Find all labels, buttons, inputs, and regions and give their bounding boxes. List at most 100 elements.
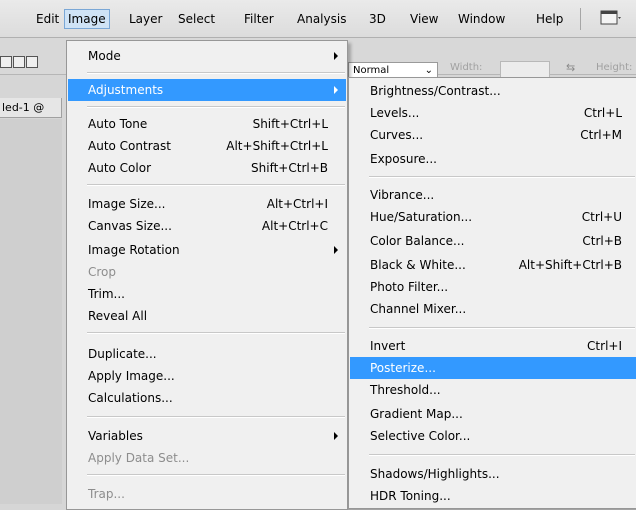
menu-item-duplicate[interactable]: Duplicate... — [68, 343, 346, 365]
menu-item-threshold[interactable]: Threshold... — [350, 379, 636, 401]
menu-item-shortcut: Ctrl+B — [582, 234, 622, 248]
menu-item-vibrance[interactable]: Vibrance... — [350, 184, 636, 206]
menu-item-gradient-map[interactable]: Gradient Map... — [350, 403, 636, 425]
menu-item-label: Threshold... — [370, 383, 441, 397]
workspace-icon[interactable] — [600, 9, 622, 27]
menu-item-adjustments[interactable]: Adjustments — [68, 79, 346, 101]
menu-item-label: Auto Tone — [88, 117, 148, 131]
menu-filter[interactable]: Filter — [240, 10, 278, 28]
menu-item-label: Crop — [88, 265, 117, 279]
menu-item-photo-filter[interactable]: Photo Filter... — [350, 276, 636, 298]
menu-item-shortcut: Ctrl+L — [583, 106, 622, 120]
menu-item-label: Image Rotation — [88, 243, 180, 257]
menu-help[interactable]: Help — [532, 10, 567, 28]
menu-item-label: Posterize... — [370, 361, 436, 375]
new-selection-icon[interactable] — [0, 56, 12, 68]
menu-item-label: Gradient Map... — [370, 407, 463, 421]
menu-item-image-size[interactable]: Image Size... Alt+Ctrl+I — [68, 193, 346, 215]
menu-item-shortcut: Shift+Ctrl+L — [252, 117, 328, 131]
menu-item-hue-saturation[interactable]: Hue/Saturation... Ctrl+U — [350, 206, 636, 228]
menu-item-trap[interactable]: Trap... — [68, 483, 346, 505]
menu-item-label: Image Size... — [88, 197, 166, 211]
menu-analysis[interactable]: Analysis — [293, 10, 350, 28]
menu-item-crop[interactable]: Crop — [68, 261, 346, 283]
image-menu: Mode Adjustments Auto Tone Shift+Ctrl+L … — [66, 40, 348, 510]
menu-item-shortcut: Ctrl+M — [580, 128, 622, 142]
menu-item-selective-color[interactable]: Selective Color... — [350, 425, 636, 447]
menu-item-label: Apply Image... — [88, 369, 175, 383]
menubar-divider — [580, 8, 581, 30]
menu-item-channel-mixer[interactable]: Channel Mixer... — [350, 298, 636, 320]
menu-item-label: Vibrance... — [370, 188, 435, 202]
menu-3d[interactable]: 3D — [365, 10, 390, 28]
menu-item-label: Invert — [370, 339, 406, 353]
menu-item-reveal-all[interactable]: Reveal All — [68, 305, 346, 327]
swap-icon[interactable]: ⇆ — [566, 61, 575, 74]
menu-window[interactable]: Window — [454, 10, 509, 28]
menu-item-auto-tone[interactable]: Auto Tone Shift+Ctrl+L — [68, 113, 346, 135]
menu-separator — [369, 176, 635, 178]
menu-item-label: Trap... — [88, 487, 125, 501]
menu-item-curves[interactable]: Curves... Ctrl+M — [350, 124, 636, 146]
menu-item-shortcut: Alt+Ctrl+I — [266, 197, 328, 211]
menu-item-apply-data-set[interactable]: Apply Data Set... — [68, 447, 346, 469]
menu-separator — [87, 416, 345, 418]
menu-item-auto-contrast[interactable]: Auto Contrast Alt+Shift+Ctrl+L — [68, 135, 346, 157]
menu-item-label: Canvas Size... — [88, 219, 172, 233]
menu-item-black-white[interactable]: Black & White... Alt+Shift+Ctrl+B — [350, 254, 636, 276]
menu-item-label: Shadows/Highlights... — [370, 467, 500, 481]
submenu-arrow-icon — [334, 52, 338, 60]
subtract-selection-icon[interactable] — [26, 56, 38, 68]
menu-image[interactable]: Image — [64, 9, 110, 29]
menu-item-label: Hue/Saturation... — [370, 210, 473, 224]
menu-item-label: Reveal All — [88, 309, 148, 323]
menu-edit[interactable]: Edit — [32, 10, 63, 28]
menu-item-label: Levels... — [370, 106, 420, 120]
menu-item-shadows-highlights[interactable]: Shadows/Highlights... — [350, 463, 636, 485]
menu-item-auto-color[interactable]: Auto Color Shift+Ctrl+B — [68, 157, 346, 179]
menu-item-mode[interactable]: Mode — [68, 45, 346, 67]
width-label: Width: — [450, 62, 483, 73]
menu-select[interactable]: Select — [174, 10, 219, 28]
menu-item-invert[interactable]: Invert Ctrl+I — [350, 335, 636, 357]
menu-item-shortcut: Ctrl+U — [581, 210, 622, 224]
menu-separator — [369, 327, 635, 329]
menu-item-label: Apply Data Set... — [88, 451, 190, 465]
menu-item-shortcut: Shift+Ctrl+B — [251, 161, 328, 175]
menu-layer[interactable]: Layer — [125, 10, 166, 28]
add-selection-icon[interactable] — [13, 56, 25, 68]
menu-item-brightness-contrast[interactable]: Brightness/Contrast... — [350, 80, 636, 102]
menu-item-apply-image[interactable]: Apply Image... — [68, 365, 346, 387]
submenu-arrow-icon — [334, 246, 338, 254]
menu-item-posterize[interactable]: Posterize... — [350, 357, 636, 379]
menu-separator — [87, 106, 345, 108]
menu-item-label: Variables — [88, 429, 143, 443]
menu-item-label: Brightness/Contrast... — [370, 84, 501, 98]
menu-item-canvas-size[interactable]: Canvas Size... Alt+Ctrl+C — [68, 215, 346, 237]
document-tab[interactable]: led-1 @ — [0, 98, 62, 118]
menu-item-color-balance[interactable]: Color Balance... Ctrl+B — [350, 230, 636, 252]
menu-separator — [87, 474, 345, 476]
menu-item-levels[interactable]: Levels... Ctrl+L — [350, 102, 636, 124]
menu-item-trim[interactable]: Trim... — [68, 283, 346, 305]
menu-item-image-rotation[interactable]: Image Rotation — [68, 239, 346, 261]
menu-separator — [87, 184, 345, 186]
menu-item-label: Auto Color — [88, 161, 152, 175]
menu-item-shortcut: Ctrl+I — [587, 339, 622, 353]
menu-view[interactable]: View — [406, 10, 442, 28]
menu-item-label: Black & White... — [370, 258, 466, 272]
menu-item-label: Trim... — [88, 287, 125, 301]
menu-item-shortcut: Alt+Ctrl+C — [261, 219, 328, 233]
menu-item-calculations[interactable]: Calculations... — [68, 387, 346, 409]
menu-item-shortcut: Alt+Shift+Ctrl+L — [226, 139, 328, 153]
menu-item-label: Photo Filter... — [370, 280, 449, 294]
menu-item-label: Channel Mixer... — [370, 302, 467, 316]
menu-item-label: Calculations... — [88, 391, 173, 405]
menu-item-variables[interactable]: Variables — [68, 425, 346, 447]
style-select[interactable]: Normal ⌄ — [348, 62, 438, 78]
menu-item-label: Color Balance... — [370, 234, 465, 248]
menu-separator — [87, 72, 345, 74]
menu-item-exposure[interactable]: Exposure... — [350, 148, 636, 170]
menu-item-shortcut: Alt+Shift+Ctrl+B — [518, 258, 622, 272]
submenu-arrow-icon — [334, 86, 338, 94]
